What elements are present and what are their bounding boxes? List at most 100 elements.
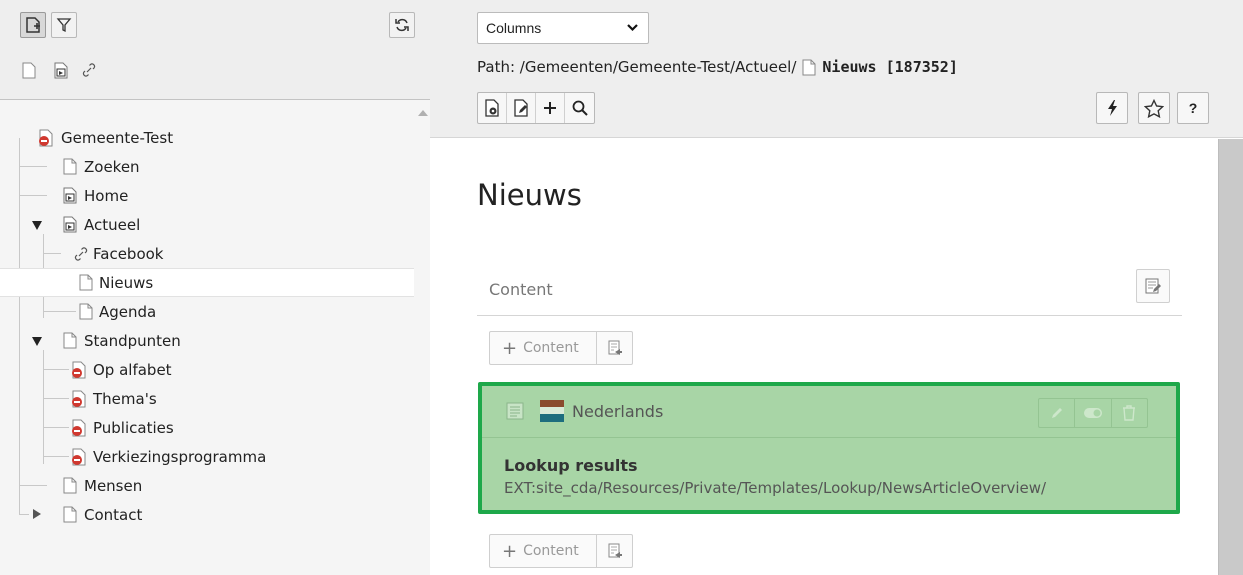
view-page-icon — [485, 99, 499, 117]
toggle-visibility-button[interactable] — [1075, 399, 1112, 427]
shortcut-page-icon — [61, 187, 79, 205]
filter-button[interactable] — [51, 12, 77, 38]
tree-item-nieuws[interactable]: Nieuws — [0, 268, 414, 297]
paste-content-button[interactable] — [596, 535, 632, 567]
page-blocked-icon — [70, 361, 88, 379]
view-page-button[interactable] — [478, 93, 507, 123]
breadcrumb: Path: /Gemeenten/Gemeente-Test/Actueel/ … — [477, 58, 958, 76]
paste-icon — [608, 340, 622, 355]
tree-item-label: Publicaties — [93, 418, 174, 437]
tree-item-label: Verkiezingsprogramma — [93, 447, 267, 466]
tree-item-publicaties[interactable]: Publicaties — [0, 413, 414, 442]
new-page-button[interactable] — [20, 12, 46, 38]
flag-nl-icon — [540, 400, 564, 422]
tree-item-agenda[interactable]: Agenda — [0, 297, 414, 326]
page-icon — [802, 59, 816, 76]
content-element-template-path: EXT:site_cda/Resources/Private/Templates… — [504, 479, 1047, 497]
clear-cache-button[interactable] — [1096, 92, 1128, 124]
page-icon — [61, 332, 79, 350]
page-tree-panel: Gemeente-Test Zoeken Home Actueel Facebo… — [0, 0, 430, 575]
page-icon — [77, 274, 95, 292]
page-actions-group — [477, 92, 595, 124]
tree-item-label: Contact — [84, 505, 143, 524]
plus-icon: + — [502, 337, 518, 359]
add-content-button[interactable]: + Content — [490, 332, 596, 364]
plus-icon: + — [502, 540, 518, 562]
delete-content-button[interactable] — [1112, 399, 1147, 427]
tree-item-label: Mensen — [84, 476, 143, 495]
shortcut-page-icon — [61, 216, 79, 234]
help-icon: ? — [1188, 100, 1198, 116]
drag-page-icon[interactable] — [20, 61, 38, 79]
page-tree-toolbar — [0, 0, 430, 100]
page-icon — [77, 303, 95, 321]
page-icon — [61, 477, 79, 495]
collapse-toggle-icon[interactable] — [32, 337, 42, 346]
edit-column-button[interactable] — [1136, 269, 1170, 303]
page-title: Nieuws — [477, 178, 582, 212]
content-language: Nederlands — [572, 402, 664, 421]
tree-item-home[interactable]: Home — [0, 181, 414, 210]
content-element[interactable]: Nederlands Lookup results EXT:site_cda/R… — [478, 382, 1180, 514]
tree-item-label: Gemeente-Test — [61, 128, 174, 147]
tree-item-mensen[interactable]: Mensen — [0, 471, 414, 500]
tree-item-label: Home — [84, 186, 129, 205]
tree-scroll-up-icon[interactable] — [418, 110, 428, 116]
tree-item-label: Agenda — [99, 302, 157, 321]
refresh-tree-button[interactable] — [389, 12, 415, 38]
chevron-down-icon — [627, 24, 638, 32]
edit-content-button[interactable] — [1039, 399, 1076, 427]
add-content-group-bottom: + Content — [489, 534, 633, 568]
vertical-scrollbar[interactable] — [1218, 139, 1243, 575]
paste-content-button[interactable] — [596, 332, 632, 364]
help-button[interactable]: ? — [1177, 92, 1209, 124]
edit-page-button[interactable] — [507, 93, 536, 123]
tree-item-label: Zoeken — [84, 157, 140, 176]
tree-item-label: Facebook — [93, 244, 164, 263]
search-icon — [572, 100, 588, 116]
bookmark-button[interactable] — [1138, 92, 1170, 124]
add-content-button[interactable]: + Content — [490, 535, 596, 567]
new-page-icon — [26, 17, 40, 33]
content-element-actions — [1038, 398, 1148, 428]
star-icon — [1144, 98, 1164, 118]
content-element-title: Lookup results — [504, 456, 638, 475]
page-icon — [61, 506, 79, 524]
tree-item-contact[interactable]: Contact — [0, 500, 414, 529]
trash-icon — [1123, 405, 1136, 421]
collapse-toggle-icon[interactable] — [32, 221, 42, 230]
expand-toggle-icon[interactable] — [33, 509, 41, 519]
path-label: Path: /Gemeenten/Gemeente-Test/Actueel/ — [477, 58, 797, 76]
tree-item-facebook[interactable]: Facebook — [0, 239, 414, 268]
tree-item-standpunten[interactable]: Standpunten — [0, 326, 414, 355]
tree-item-verkiezingsprogramma[interactable]: Verkiezingsprogramma — [0, 442, 414, 471]
column-header: Content — [477, 264, 1182, 316]
page-icon — [61, 158, 79, 176]
pencil-icon — [1051, 408, 1062, 418]
add-content-label: Content — [523, 340, 579, 356]
refresh-icon — [395, 18, 409, 32]
edit-column-icon — [1145, 278, 1161, 294]
tree-item-actueel[interactable]: Actueel — [0, 210, 414, 239]
search-button[interactable] — [565, 93, 594, 123]
plus-icon — [544, 102, 556, 114]
toggle-icon — [1083, 408, 1102, 418]
tree-item-op-alfabet[interactable]: Op alfabet — [0, 355, 414, 384]
new-content-button[interactable] — [536, 93, 565, 123]
tree-item-label: Nieuws — [99, 273, 154, 292]
page-blocked-icon — [70, 390, 88, 408]
lightning-icon — [1108, 100, 1117, 116]
tree-item-themas[interactable]: Thema's — [0, 384, 414, 413]
view-mode-select[interactable]: Columns — [477, 12, 649, 44]
path-current-page: Nieuws [187352] — [822, 58, 958, 76]
add-content-group-top: + Content — [489, 331, 633, 365]
tree-item-zoeken[interactable]: Zoeken — [0, 152, 414, 181]
tree-item-gemeente-test[interactable]: Gemeente-Test — [0, 123, 414, 152]
tree-item-label: Op alfabet — [93, 360, 172, 379]
page-blocked-icon — [70, 448, 88, 466]
view-mode-value: Columns — [486, 20, 542, 36]
column-title: Content — [489, 280, 553, 299]
drag-shortcut-icon[interactable] — [52, 61, 70, 79]
drag-link-icon[interactable] — [80, 61, 98, 79]
tree-item-label: Standpunten — [84, 331, 181, 350]
